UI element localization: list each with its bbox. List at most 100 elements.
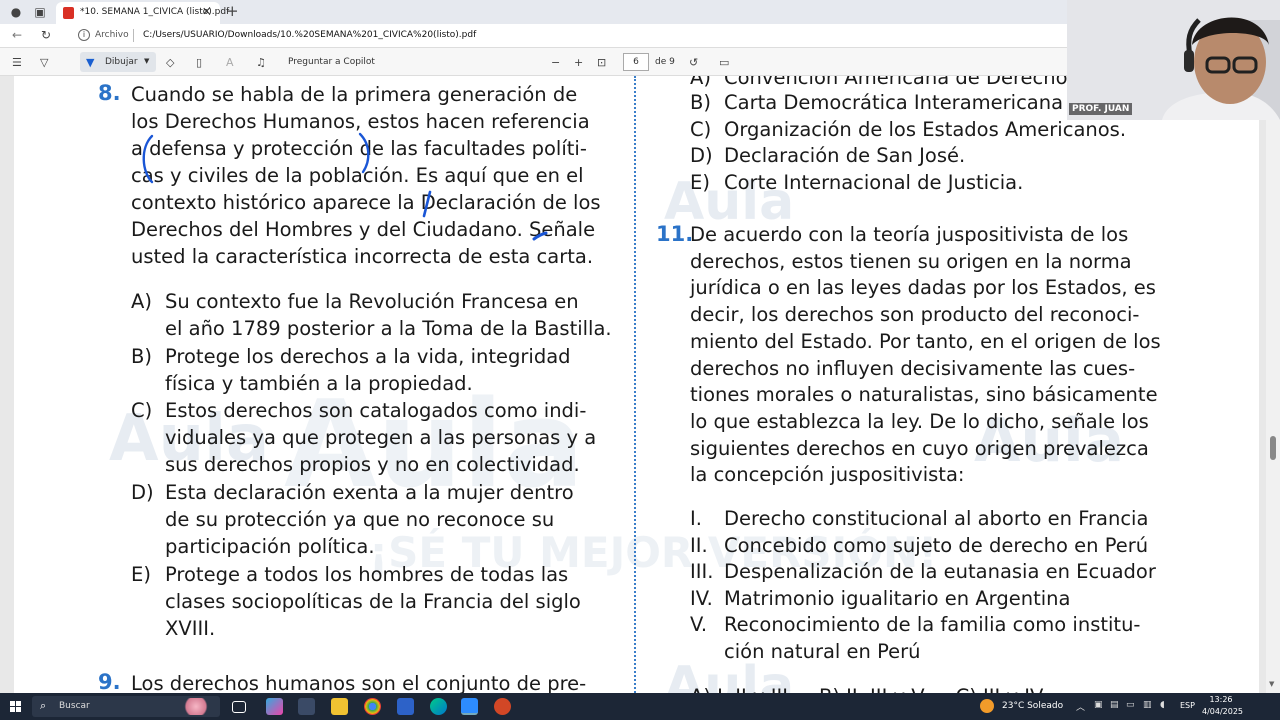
page-total-label: de 9: [655, 57, 675, 67]
info-icon[interactable]: i: [78, 29, 90, 41]
option-line: viduales ya que protegen a las personas …: [165, 426, 597, 450]
volume-icon[interactable]: ◖: [1160, 700, 1165, 710]
item-text: Concebido como sujeto de derecho en Perú: [724, 534, 1149, 557]
text-icon[interactable]: A: [226, 56, 234, 69]
option-letter: C): [690, 118, 712, 141]
option-letter: D): [131, 481, 154, 504]
stem-line: la concepción juspositivista:: [690, 463, 965, 487]
weather-text[interactable]: 23°C Soleado: [1002, 701, 1063, 711]
new-tab-icon[interactable]: +: [226, 2, 239, 20]
tab-pdf[interactable]: *10. SEMANA 1_CIVICA (listo).pdf ✕: [56, 2, 229, 24]
windows-start-icon[interactable]: [10, 701, 21, 712]
stem-line: cas y civiles de la población. Es aquí q…: [131, 164, 584, 187]
item-numeral: I.: [690, 507, 702, 530]
copilot-app-icon[interactable]: [266, 698, 283, 715]
stem-line: Cuando se habla de la primera generación…: [131, 83, 578, 106]
column-divider: [634, 76, 636, 693]
stem-line: De acuerdo con la teoría juspositivista …: [690, 223, 1129, 246]
stem-line: derechos no influyen decisivamente las c…: [690, 356, 1136, 380]
item-numeral: III.: [690, 560, 714, 583]
option-line: Estos derechos son catalogados como indi…: [165, 399, 587, 422]
page-view-icon[interactable]: ▭: [719, 56, 729, 69]
scrollbar-thumb[interactable]: [1270, 436, 1276, 460]
read-aloud-icon[interactable]: ♫: [256, 56, 266, 69]
option-line: Esta declaración exenta a la mujer dentr…: [165, 481, 574, 504]
item-text: Matrimonio igualitario en Argentina: [724, 587, 1071, 610]
draw-button[interactable]: ▼ Dibujar ▼: [80, 52, 156, 72]
option-letter: E): [131, 563, 151, 586]
item-text: Derecho constitucional al aborto en Fran…: [724, 507, 1149, 530]
pen-icon: ▼: [86, 56, 95, 69]
item-numeral: II.: [690, 534, 708, 557]
taskbar-search[interactable]: ⌕ Buscar: [32, 696, 220, 717]
zoom-out-icon[interactable]: −: [551, 56, 560, 69]
scroll-down-icon[interactable]: ▼: [1269, 680, 1274, 688]
weather-sun-icon[interactable]: [980, 699, 994, 713]
page-number-input[interactable]: 6: [623, 53, 649, 71]
item-text: Reconocimiento de la familia como instit…: [724, 613, 1141, 636]
chevron-up-icon[interactable]: ︿: [1076, 700, 1085, 713]
option-line: Protege a todos los hombres de todas las: [165, 563, 569, 586]
page-layout-icon[interactable]: ▯: [196, 56, 202, 69]
stem-line: miento del Estado. Por tanto, en el orig…: [690, 329, 1161, 353]
option-line: de su protección ya que no reconoce su: [165, 508, 555, 532]
zoom-in-icon[interactable]: +: [574, 56, 583, 69]
search-label: Buscar: [59, 701, 90, 711]
vertical-scrollbar[interactable]: ▲ ▼: [1266, 76, 1280, 693]
profile-icon[interactable]: ●: [8, 4, 24, 20]
item-numeral: IV.: [690, 587, 713, 610]
option-letter: B): [131, 345, 152, 368]
option-line: Su contexto fue la Revolución Francesa e…: [165, 290, 579, 313]
question-number-8: 8.: [98, 81, 121, 105]
question-11-stem: De acuerdo con la teoría juspositivista …: [690, 222, 1173, 489]
stem-line: derechos, estos tienen su origen en la n…: [690, 249, 1132, 273]
address-scheme-label: Archivo: [95, 30, 129, 40]
option-letter: A): [131, 290, 152, 313]
option-letter: C): [131, 399, 153, 422]
presenter-video: [1067, 0, 1280, 120]
rotate-icon[interactable]: ↺: [689, 56, 698, 69]
option-line: XVIII.: [165, 617, 216, 641]
edge-icon[interactable]: [430, 698, 447, 715]
chevron-down-icon: ▼: [144, 57, 150, 65]
fit-page-icon[interactable]: ⊡: [597, 56, 606, 69]
q11-answer-row-partial: A) I, II y III B) II, III y V C) III y I…: [690, 683, 1043, 693]
app-icon[interactable]: [397, 698, 414, 715]
close-icon[interactable]: ✕: [202, 5, 211, 18]
back-icon[interactable]: ←: [12, 28, 22, 42]
language-indicator[interactable]: ESP: [1180, 701, 1195, 710]
option-line: el año 1789 posterior a la Toma de la Ba…: [165, 317, 612, 341]
tray-app-icon[interactable]: ▣: [1094, 700, 1103, 710]
url-field[interactable]: i Archivo C:/Users/USUARIO/Downloads/10.…: [70, 26, 1070, 46]
chrome-icon[interactable]: [364, 698, 381, 715]
eraser-icon[interactable]: ◇: [166, 56, 174, 69]
stem-line: tiones morales o naturalistas, sino bási…: [690, 383, 1158, 407]
widgets-app-icon[interactable]: [298, 698, 315, 715]
tray-app-icon[interactable]: ▤: [1110, 700, 1119, 710]
zoom-app-icon[interactable]: [461, 698, 478, 715]
ask-copilot-button[interactable]: Preguntar a Copilot: [288, 57, 375, 67]
webcam-overlay: PROF. JUAN: [1067, 0, 1280, 120]
question-8-stem: Cuando se habla de la primera generación…: [131, 81, 615, 270]
question-number-11: 11.: [656, 222, 694, 246]
highlight-icon[interactable]: ▽: [40, 56, 48, 69]
presenter-name-label: PROF. JUAN: [1069, 103, 1133, 115]
powerpoint-icon[interactable]: [494, 698, 511, 715]
option-line: física y también a la propiedad.: [165, 372, 473, 396]
battery-icon[interactable]: ▭: [1126, 700, 1135, 710]
refresh-icon[interactable]: ↻: [41, 28, 51, 42]
contents-icon[interactable]: ☰: [12, 56, 22, 69]
option-line: participación política.: [165, 535, 375, 559]
clock-time[interactable]: 13:26: [1204, 695, 1238, 704]
task-view-icon[interactable]: [232, 701, 246, 713]
url-text[interactable]: C:/Users/USUARIO/Downloads/10.%20SEMANA%…: [143, 30, 476, 40]
pdf-page: Aula Aula ¡SÉ TU MEJOR VERSIÓN! Aula Aul…: [14, 76, 1259, 693]
file-explorer-icon[interactable]: [331, 698, 348, 715]
option-line: sus derechos propios y no en colectivida…: [165, 453, 580, 477]
stem-line: contexto histórico aparece la Declaració…: [131, 191, 601, 214]
option-text: Corte Internacional de Justicia.: [724, 171, 1024, 194]
clock-date[interactable]: 4/04/2025: [1202, 707, 1243, 716]
windows-taskbar: ⌕ Buscar 23°C Soleado ︿ ▣ ▤ ▭ ▥ ◖ ESP 13…: [0, 693, 1280, 720]
network-icon[interactable]: ▥: [1143, 700, 1152, 710]
tab-actions-icon[interactable]: ▣: [32, 4, 48, 20]
